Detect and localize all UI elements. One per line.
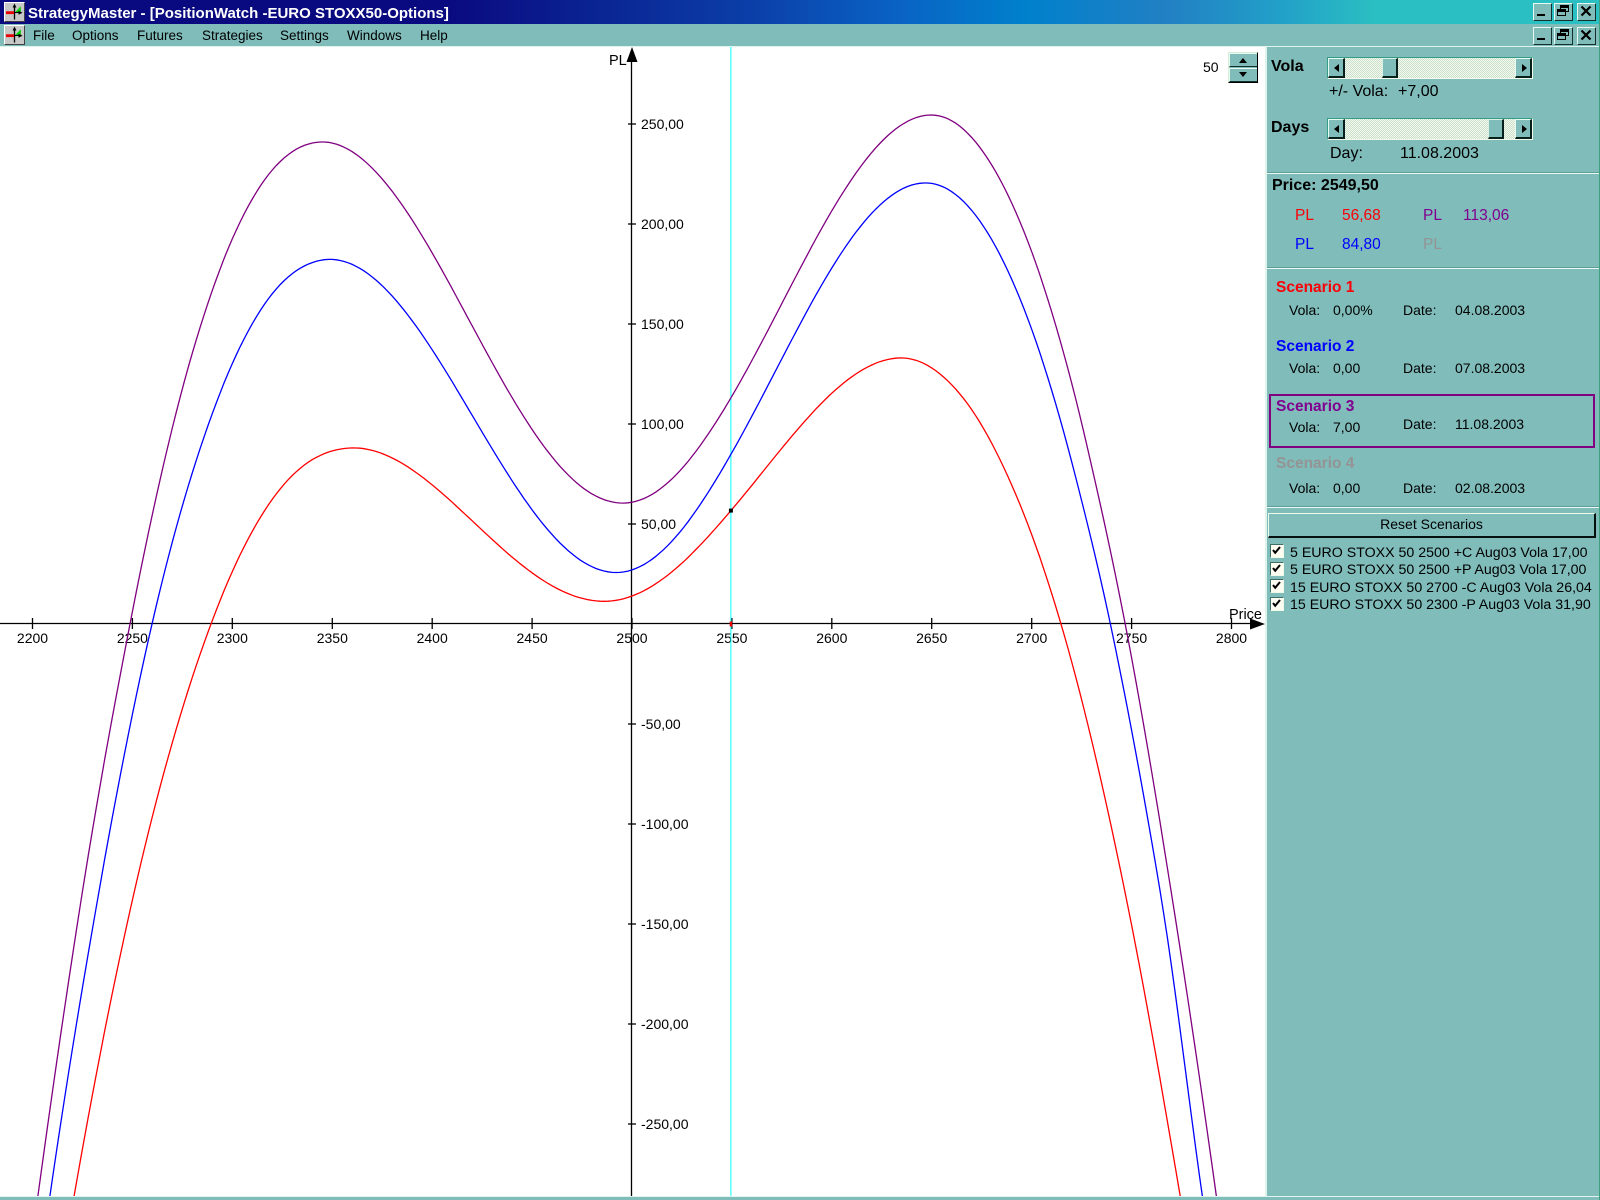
- svg-text:2400: 2400: [417, 630, 448, 646]
- svg-text:-200,00: -200,00: [641, 1016, 689, 1032]
- svg-text:2700: 2700: [1016, 630, 1047, 646]
- svg-text:-100,00: -100,00: [641, 816, 689, 832]
- svg-text:-150,00: -150,00: [641, 916, 689, 932]
- svg-text:2800: 2800: [1216, 630, 1247, 646]
- svg-text:PL: PL: [609, 53, 627, 69]
- svg-text:50,00: 50,00: [641, 516, 676, 532]
- svg-text:2600: 2600: [816, 630, 847, 646]
- svg-text:2750: 2750: [1116, 630, 1147, 646]
- svg-text:2350: 2350: [317, 630, 348, 646]
- svg-text:-250,00: -250,00: [641, 1116, 689, 1132]
- svg-text:100,00: 100,00: [641, 416, 684, 432]
- svg-text:200,00: 200,00: [641, 216, 684, 232]
- svg-text:250,00: 250,00: [641, 116, 684, 132]
- svg-text:-50,00: -50,00: [641, 716, 681, 732]
- svg-text:2200: 2200: [17, 630, 48, 646]
- svg-text:2500: 2500: [616, 630, 647, 646]
- svg-text:2300: 2300: [217, 630, 248, 646]
- svg-text:150,00: 150,00: [641, 316, 684, 332]
- svg-text:2250: 2250: [117, 630, 148, 646]
- svg-text:2550: 2550: [716, 630, 747, 646]
- svg-text:2450: 2450: [517, 630, 548, 646]
- svg-text:2650: 2650: [916, 630, 947, 646]
- svg-text:Price: Price: [1229, 607, 1262, 623]
